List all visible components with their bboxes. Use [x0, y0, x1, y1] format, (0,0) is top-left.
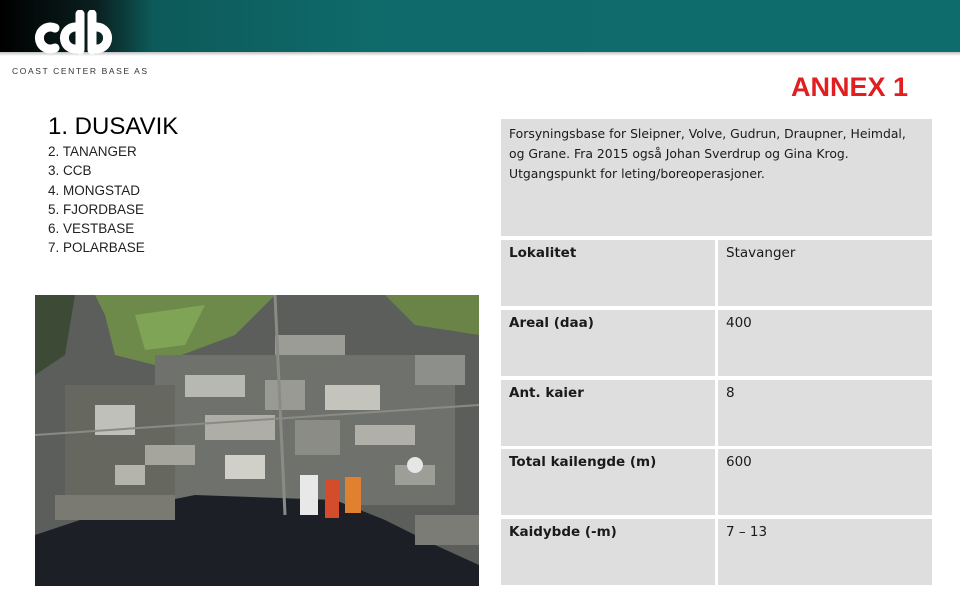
ccb-logo [34, 10, 113, 55]
base-item-ccb: 3. CCB [48, 163, 92, 179]
base-item-fjordbase: 5. FJORDBASE [48, 201, 145, 217]
base-item-polarbase: 7. POLARBASE [48, 240, 145, 256]
row-value: 400 [718, 309, 932, 376]
row-label: Areal (daa) [501, 309, 715, 376]
annex-title: ANNEX 1 [790, 72, 908, 102]
table-row: Areal (daa) 400 [501, 309, 932, 376]
facts-table: Lokalitet Stavanger Areal (daa) 400 Ant.… [501, 240, 932, 589]
base-item-tananger: 2. TANANGER [48, 144, 137, 159]
header-shadow [0, 52, 960, 56]
base-item-mongstad: 4. MONGSTAD [48, 182, 141, 198]
row-value: Stavanger [718, 240, 932, 306]
table-row: Ant. kaier 8 [501, 379, 932, 446]
description-box: Forsyningsbase for Sleipner, Volve, Gudr… [501, 119, 932, 236]
row-value: 7 – 13 [718, 519, 932, 586]
row-label: Ant. kaier [501, 379, 715, 446]
row-label: Total kailengde (m) [501, 449, 715, 516]
table-row: Kaidybde (-m) 7 – 13 [501, 519, 932, 586]
company-name: COAST CENTER BASE AS [12, 66, 149, 76]
row-value: 600 [718, 449, 932, 516]
aerial-photo [35, 295, 479, 586]
base-list: 1. DUSAVIK 2. TANANGER 3. CCB 4. MONGSTA… [48, 112, 178, 258]
table-row: Total kailengde (m) 600 [501, 449, 932, 516]
row-label: Kaidybde (-m) [501, 519, 715, 586]
header-band [0, 0, 960, 52]
base-item-dusavik: 1. DUSAVIK [48, 113, 179, 140]
base-item-vestbase: 6. VESTBASE [48, 221, 135, 237]
table-row: Lokalitet Stavanger [501, 240, 932, 306]
row-value: 8 [718, 379, 932, 446]
row-label: Lokalitet [501, 240, 715, 306]
